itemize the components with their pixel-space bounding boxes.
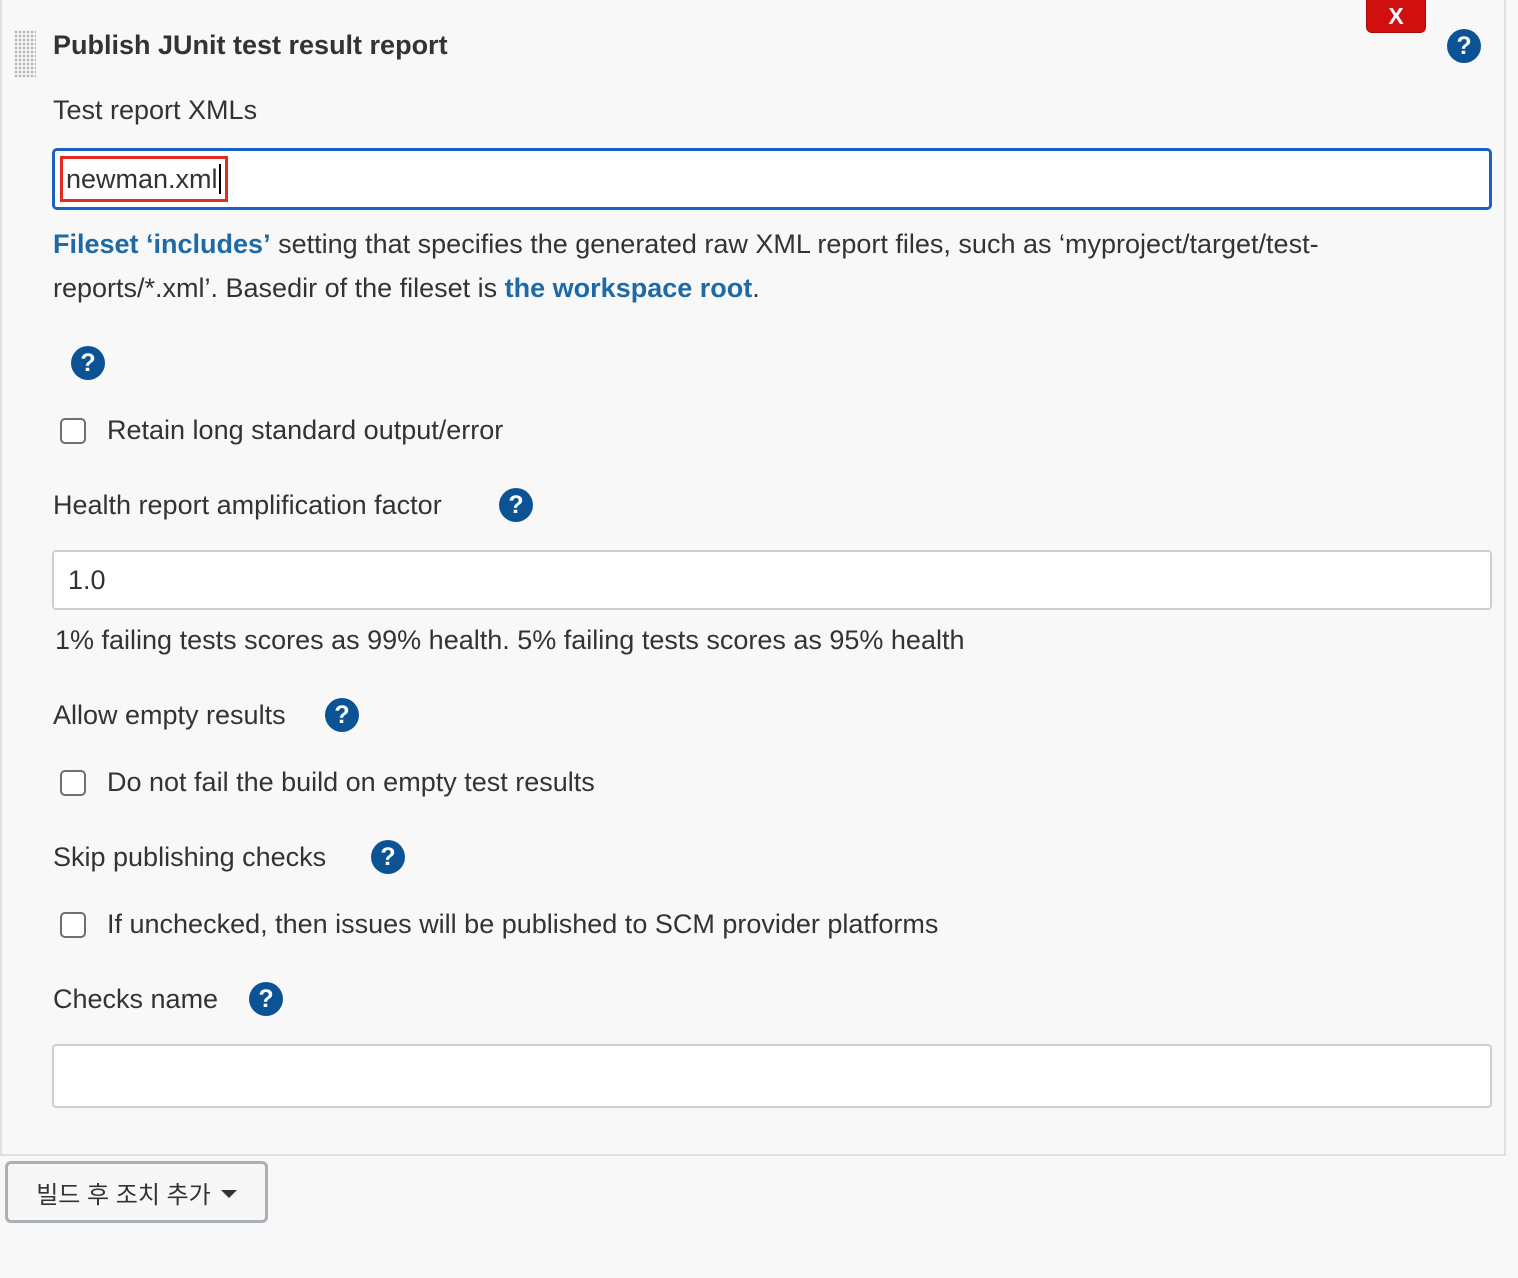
health-report-input[interactable]: 1.0 [52,550,1492,610]
skip-checks-checkbox[interactable] [60,911,86,938]
checks-name-label: Checks name [53,984,219,1014]
fileset-includes-link[interactable]: Fileset ‘includes’ [53,229,271,259]
add-post-build-action-button[interactable]: 빌드 후 조치 추가 [5,1161,268,1223]
workspace-root-link[interactable]: the workspace root [505,273,753,303]
help-icon[interactable]: ? [249,982,283,1016]
help-icon[interactable]: ? [325,698,359,732]
retain-output-label[interactable]: Retain long standard output/error [107,415,503,446]
skip-checks-label: Skip publishing checks [53,842,327,872]
allow-empty-row: Do not fail the build on empty test resu… [60,767,595,798]
panel-title: Publish JUnit test result report [53,30,448,60]
caret-down-icon [220,1189,237,1198]
allow-empty-checkbox-label[interactable]: Do not fail the build on empty test resu… [107,767,595,798]
test-report-xmls-label: Test report XMLs [53,95,258,125]
test-report-xmls-input[interactable]: newman.xml [52,148,1492,210]
checks-name-input[interactable] [52,1044,1492,1108]
highlight-box: newman.xml [60,156,228,202]
retain-output-row: Retain long standard output/error [60,415,503,446]
junit-publisher-panel: Publish JUnit test result report X ? Tes… [0,0,1506,1156]
retain-output-checkbox[interactable] [60,417,86,444]
skip-checks-checkbox-label[interactable]: If unchecked, then issues will be publis… [107,909,938,940]
health-report-hint: 1% failing tests scores as 99% health. 5… [55,625,965,655]
help-icon[interactable]: ? [1447,29,1481,63]
health-report-value: 1.0 [68,564,106,595]
help-icon[interactable]: ? [499,488,533,522]
drag-handle[interactable] [14,30,36,78]
test-report-description: Fileset ‘includes’ setting that specifie… [53,222,1433,310]
skip-checks-row: If unchecked, then issues will be publis… [60,909,938,940]
allow-empty-label: Allow empty results [53,700,286,730]
health-report-label: Health report amplification factor [53,490,442,520]
text-cursor [218,164,221,194]
help-icon[interactable]: ? [371,840,405,874]
allow-empty-checkbox[interactable] [60,769,86,796]
help-icon[interactable]: ? [71,346,105,380]
add-post-build-action-label: 빌드 후 조치 추가 [36,1181,211,1209]
delete-step-button[interactable]: X [1366,0,1426,33]
description-text-end: . [752,273,760,303]
test-report-xmls-value: newman.xml [66,163,218,194]
